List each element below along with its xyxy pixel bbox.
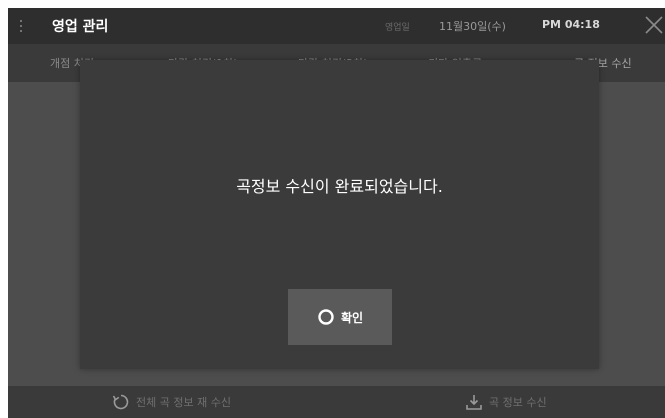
close-icon <box>645 16 663 34</box>
page-title: 영업 관리 <box>52 19 109 35</box>
refetch-all-button[interactable]: 전체 곡 정보 재 수신 <box>112 393 231 411</box>
kebab-menu-icon[interactable] <box>18 17 24 35</box>
refresh-icon <box>112 394 129 410</box>
ring-icon <box>318 309 334 325</box>
refetch-all-label: 전체 곡 정보 재 수신 <box>136 396 231 409</box>
confirm-button[interactable]: 확인 <box>288 289 392 345</box>
receive-label: 곡 정보 수신 <box>489 396 547 409</box>
top-bar: 영업 관리 영업일 11월30일(수) PM 04:18 <box>8 8 665 44</box>
dialog-message: 곡정보 수신이 완료되었습니다. <box>236 177 443 196</box>
business-date-label: 영업일 <box>385 23 410 33</box>
download-icon <box>466 395 482 410</box>
app-screen: 영업 관리 영업일 11월30일(수) PM 04:18 개점 처리 마감 처리… <box>8 8 665 418</box>
bottom-bar: 전체 곡 정보 재 수신 곡 정보 수신 <box>8 386 665 418</box>
completion-dialog: 곡정보 수신이 완료되었습니다. 확인 <box>80 60 599 369</box>
close-button[interactable] <box>643 14 665 36</box>
date-display: 11월30일(수) <box>439 20 506 33</box>
time-display: PM 04:18 <box>542 18 600 31</box>
confirm-label: 확인 <box>340 310 364 325</box>
receive-button[interactable]: 곡 정보 수신 <box>465 393 547 411</box>
